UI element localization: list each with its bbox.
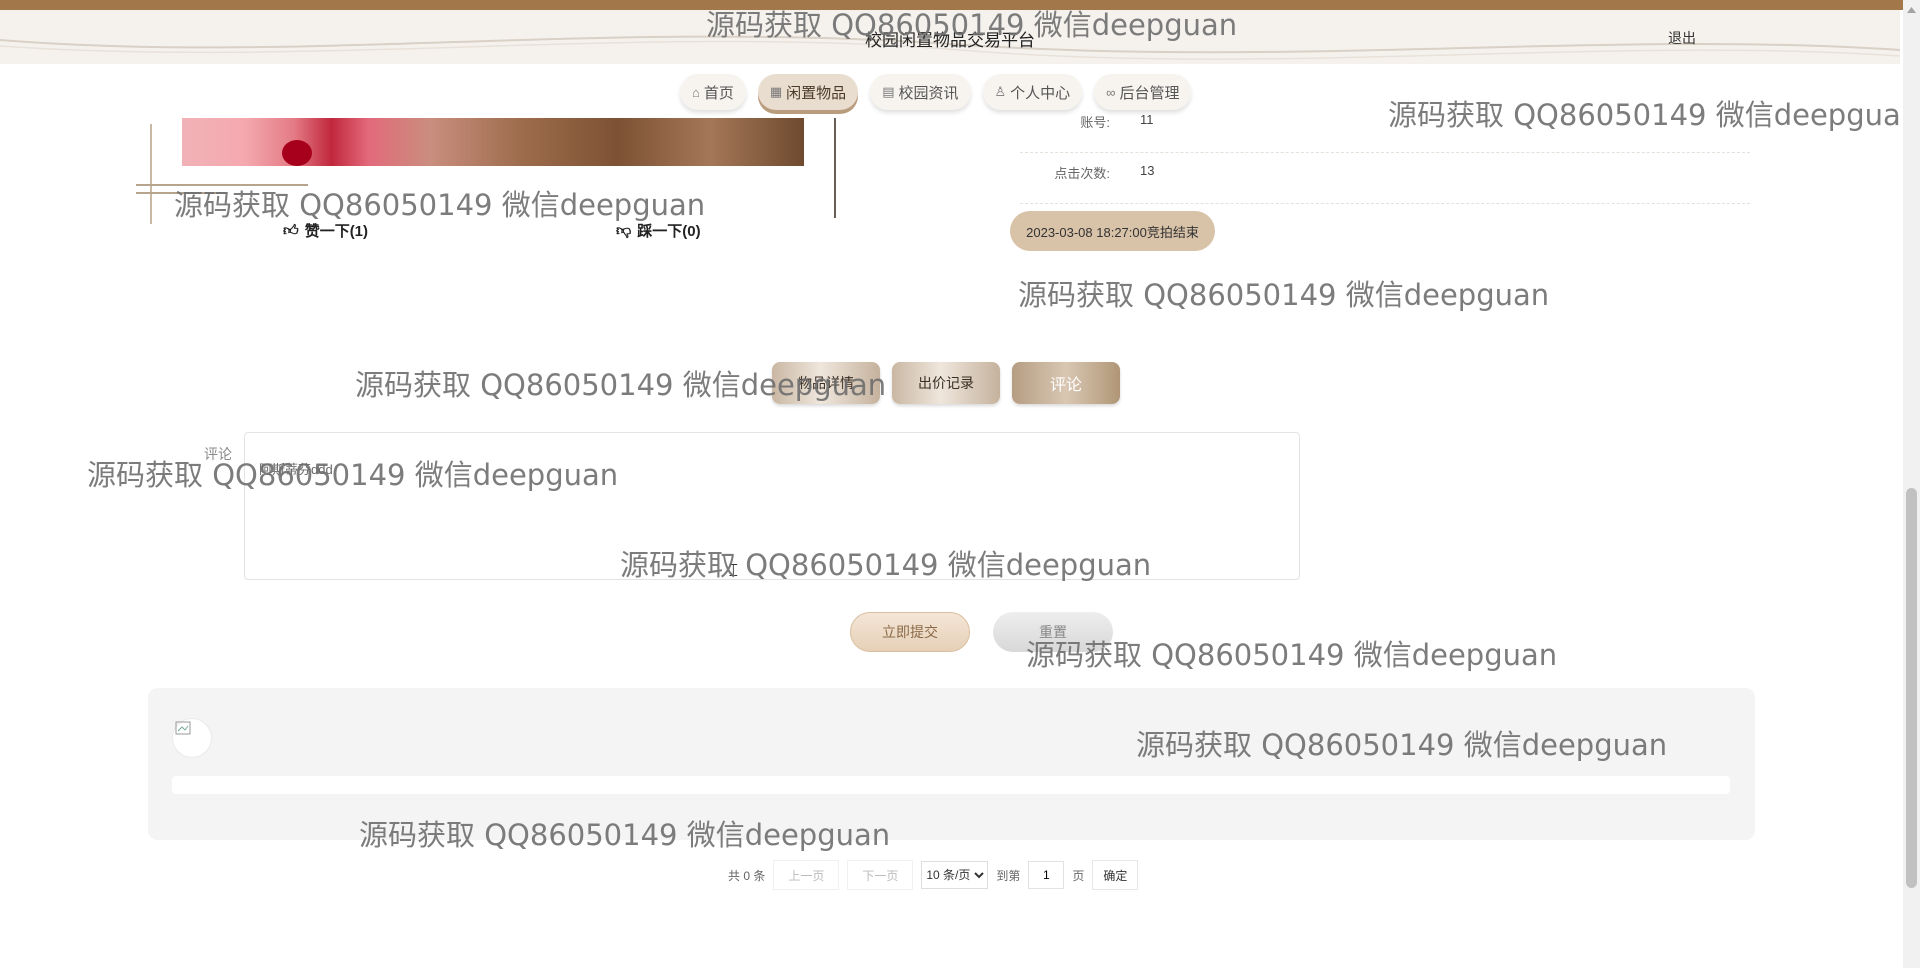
news-icon: ▤: [882, 84, 895, 99]
thumbs-down-icon: 👎︎: [616, 221, 632, 239]
watermark: 源码获取 QQ86050149 微信deepguan: [1018, 278, 1550, 312]
watermark: 源码获取 QQ86050149 微信deepguan: [355, 368, 887, 402]
nav-item-idle-goods[interactable]: ▦ 闲置物品: [757, 74, 859, 110]
watermark: 源码获取 QQ86050149 微信deepguan: [1388, 98, 1920, 132]
nav-item-label: 闲置物品: [786, 84, 847, 102]
info-row-clicks: 点击次数: 13: [1020, 163, 1750, 204]
info-label: 点击次数:: [1054, 166, 1110, 181]
auction-end-badge: 2023-03-08 18:27:00竞拍结束: [1010, 211, 1215, 251]
watermark: 源码获取 QQ86050149 微信deepguan: [1136, 728, 1668, 762]
scrollbar-thumb[interactable]: [1906, 488, 1917, 888]
thumbs-up-icon: 👍︎: [283, 221, 299, 239]
nav-item-label: 首页: [703, 84, 734, 102]
user-icon: ♙: [994, 84, 1007, 99]
logout-link[interactable]: 退出: [1668, 28, 1696, 48]
info-label: 账号:: [1080, 115, 1110, 130]
info-value: 13: [1140, 163, 1155, 178]
main-nav: ⌂ 首页 ▦ 闲置物品 ▤ 校园资讯 ♙ 个人中心 ∞ 后台管理: [680, 74, 1192, 112]
photo-detail: [282, 140, 312, 166]
submit-button[interactable]: 立即提交: [850, 612, 970, 652]
broken-image-icon: [175, 721, 191, 735]
watermark: 源码获取 QQ86050149 微信deepguan: [87, 458, 619, 492]
watermark: 源码获取 QQ86050149 微信deepguan: [174, 188, 706, 222]
nav-item-label: 后台管理: [1119, 84, 1180, 102]
pagination-total: 共 0 条: [728, 868, 766, 883]
confirm-page-button[interactable]: 确定: [1092, 860, 1139, 890]
page-unit-label: 页: [1072, 868, 1085, 883]
comment-content-bar: [172, 776, 1730, 794]
gift-icon: ▦: [769, 84, 783, 99]
page-number-input[interactable]: [1028, 861, 1065, 889]
frame-line: [150, 124, 152, 224]
goto-label: 到第: [996, 868, 1021, 883]
nav-item-home[interactable]: ⌂ 首页: [680, 74, 746, 110]
tab-bid-records[interactable]: 出价记录: [892, 362, 1000, 404]
nav-item-label: 校园资讯: [898, 84, 959, 102]
nav-item-label: 个人中心: [1010, 84, 1071, 102]
product-photo[interactable]: [182, 118, 804, 166]
watermark: 源码获取 QQ86050149 微信deepguan: [359, 818, 891, 852]
link-icon: ∞: [1106, 84, 1116, 100]
watermark: 源码获取 QQ86050149 微信deepguan: [1026, 638, 1558, 672]
home-icon: ⌂: [692, 84, 700, 100]
pagination: 共 0 条 上一页 下一页 10 条/页 到第 页 确定: [728, 860, 1139, 890]
page-size-select[interactable]: 10 条/页: [921, 861, 989, 889]
frame-line: [834, 118, 836, 218]
avatar: [172, 718, 212, 758]
nav-item-profile[interactable]: ♙ 个人中心: [982, 74, 1083, 110]
nav-item-admin[interactable]: ∞ 后台管理: [1094, 74, 1192, 110]
prev-page-button[interactable]: 上一页: [773, 860, 840, 890]
watermark: 源码获取 QQ86050149 微信deepguan: [706, 8, 1238, 42]
next-page-button[interactable]: 下一页: [847, 860, 914, 890]
watermark: 源码获取 QQ86050149 微信deepguan: [620, 548, 1152, 582]
tab-comments[interactable]: 评论: [1012, 362, 1120, 404]
nav-item-campus-news[interactable]: ▤ 校园资讯: [870, 74, 971, 110]
scroll-up-arrow-icon[interactable]: [1906, 2, 1917, 13]
info-value: 11: [1140, 112, 1154, 127]
